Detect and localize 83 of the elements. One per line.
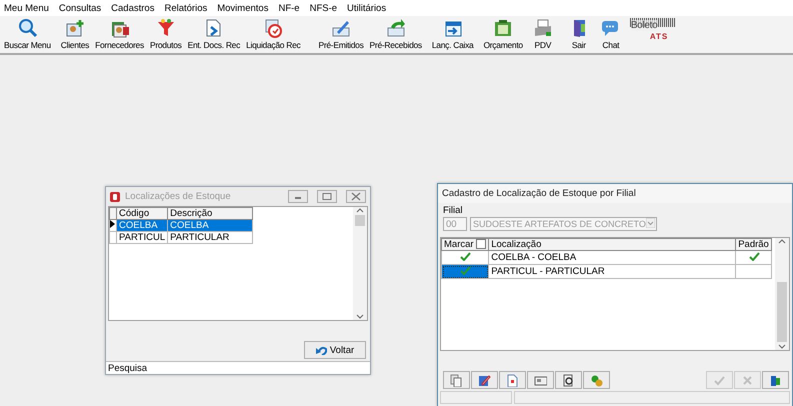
- exit-button[interactable]: [762, 371, 789, 389]
- toolbar-button[interactable]: Pré-Recebidos: [366, 18, 425, 50]
- menu-item[interactable]: NF-e: [278, 2, 300, 14]
- pen-icon: [331, 18, 352, 38]
- check-cell[interactable]: [442, 264, 489, 278]
- document-button[interactable]: [499, 371, 526, 389]
- toolbar-button[interactable]: Fornecedores: [92, 18, 147, 50]
- copy-button[interactable]: [443, 371, 470, 389]
- toolbar-button[interactable]: Buscar Menu: [1, 18, 54, 50]
- scroll-thumb[interactable]: [777, 282, 787, 342]
- toolbar-button[interactable]: Clientes: [58, 18, 92, 50]
- close-button[interactable]: [346, 190, 366, 203]
- table-cell[interactable]: COELBA: [116, 220, 168, 232]
- toolbar-button[interactable]: PDV: [530, 18, 556, 50]
- print-preview-button[interactable]: [555, 371, 582, 389]
- search-icon: [17, 18, 38, 38]
- menu-item[interactable]: Utilitários: [347, 2, 386, 14]
- check-cell[interactable]: [736, 250, 772, 264]
- toolbar-button[interactable]: Produtos: [146, 18, 185, 50]
- scroll-up-icon[interactable]: [778, 238, 786, 244]
- table-cell: COELBA - COELBA: [488, 250, 736, 264]
- field-label: Filial: [443, 205, 464, 216]
- funnel-icon: [156, 18, 176, 38]
- exit-icon: [769, 374, 782, 386]
- card-button[interactable]: [527, 371, 554, 389]
- checkmark-icon: [748, 251, 760, 261]
- maximize-button[interactable]: [317, 190, 337, 203]
- table-cell: PARTICUL - PARTICULAR: [488, 264, 736, 278]
- toolbar-button[interactable]: Lanç. Caixa: [428, 18, 476, 50]
- toolbar-button[interactable]: Chat: [598, 18, 624, 50]
- column-header[interactable]: Código: [116, 208, 168, 220]
- menu-item[interactable]: Movimentos: [217, 2, 268, 14]
- window-title: Localizações de Estoque: [125, 191, 231, 202]
- checkmark-icon: [459, 251, 472, 261]
- status-pane: [440, 391, 512, 404]
- column-header[interactable]: Padrão: [736, 238, 772, 250]
- check-cell[interactable]: [736, 264, 772, 278]
- toolbar-button[interactable]: Liquidação Rec: [243, 18, 304, 50]
- scroll-up-icon[interactable]: [356, 207, 364, 213]
- scroll-down-icon[interactable]: [356, 314, 364, 320]
- scroll-thumb[interactable]: [355, 215, 365, 226]
- window-title: Cadastro de Localização de Estoque por Filial: [442, 188, 636, 199]
- card-icon: [534, 374, 547, 386]
- menu-item[interactable]: NFS-e: [310, 2, 338, 14]
- table-cell[interactable]: PARTICUL: [116, 232, 168, 244]
- table-cell[interactable]: PARTICULAR: [168, 232, 253, 244]
- app-icon: [110, 192, 120, 202]
- maximize-icon: [321, 192, 333, 201]
- status-bar: Pesquisa: [106, 361, 370, 374]
- menu-item[interactable]: Cadastros: [111, 2, 154, 14]
- toolbar-button[interactable]: Ent. Docs. Rec: [184, 18, 244, 50]
- scrollbar[interactable]: [775, 238, 789, 350]
- menu-item[interactable]: Relatórios: [164, 2, 208, 14]
- check-icon: [713, 374, 726, 386]
- close-icon: [350, 192, 362, 201]
- logo-mark: ATS: [650, 32, 668, 41]
- checkmark-icon: [459, 265, 472, 275]
- menu-item[interactable]: Meu Menu: [4, 2, 49, 14]
- contact-card-icon: [64, 18, 85, 38]
- scrollbar[interactable]: [353, 207, 367, 320]
- print-preview-icon: [562, 374, 575, 386]
- register-icon: [493, 18, 514, 38]
- column-label: Marcar: [444, 239, 474, 250]
- document-icon: [506, 374, 519, 386]
- column-header[interactable]: Descrição: [168, 208, 253, 220]
- toolbar-button[interactable]: Orçamento: [480, 18, 526, 50]
- table-cell[interactable]: COELBA: [168, 220, 253, 232]
- puzzle-icon: [590, 374, 603, 386]
- checkbox[interactable]: [476, 239, 486, 250]
- column-header[interactable]: Localização: [488, 238, 736, 250]
- toolbar-button[interactable]: Sair: [566, 18, 592, 50]
- edit-icon: [478, 374, 491, 386]
- logo-text: Boleto: [630, 20, 658, 31]
- close-icon: [741, 374, 754, 386]
- copy-icon: [450, 374, 463, 386]
- scroll-down-icon[interactable]: [778, 344, 786, 350]
- minimize-button[interactable]: [288, 190, 308, 203]
- menu-item[interactable]: Consultas: [58, 2, 102, 14]
- arrow-paper-icon: [386, 18, 406, 38]
- undo-icon: [316, 346, 327, 354]
- edit-button[interactable]: [471, 371, 498, 389]
- voltar-button[interactable]: Voltar: [304, 341, 366, 359]
- toolbar-button[interactable]: Pré-Emitidos: [315, 18, 367, 50]
